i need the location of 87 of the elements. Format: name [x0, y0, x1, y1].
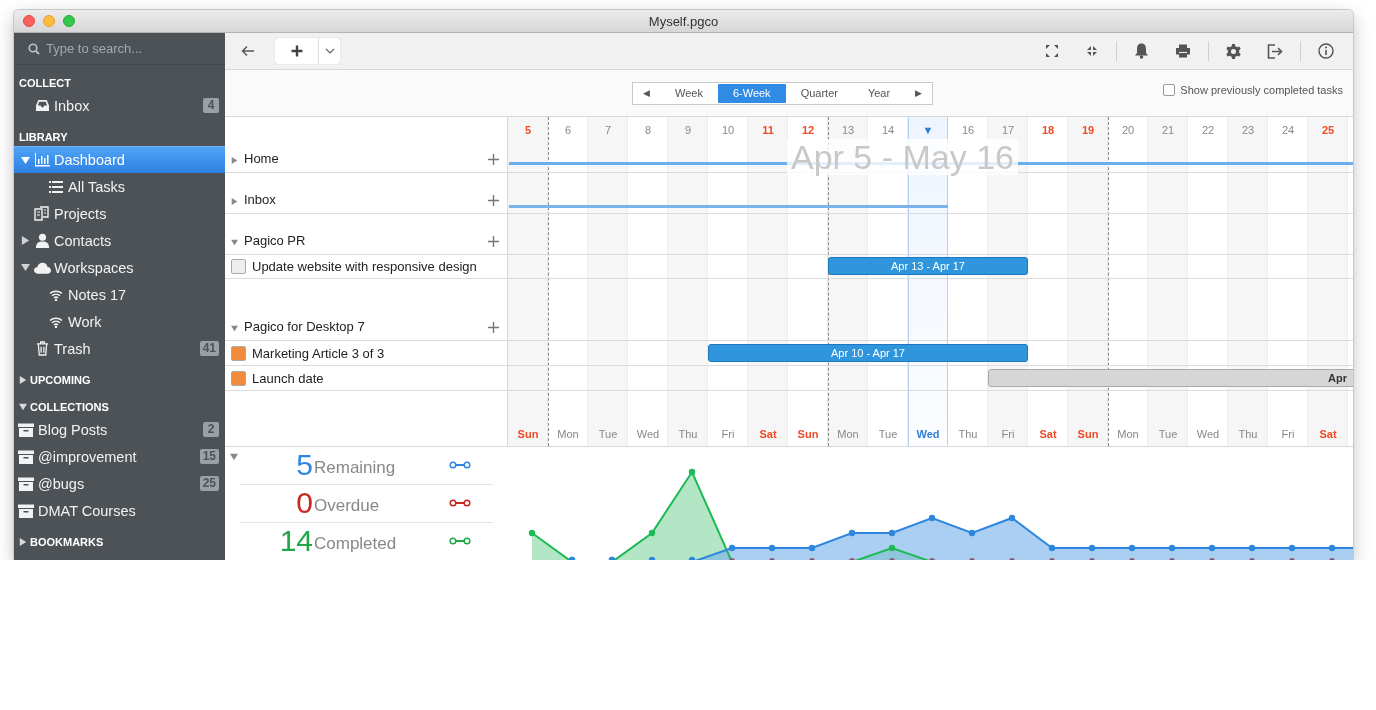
previous-button[interactable]: ◀	[633, 83, 660, 103]
day-number: 16	[960, 123, 976, 138]
weekday-label: Thu	[677, 427, 699, 442]
weekday-label: Tue	[1157, 427, 1179, 442]
day-number: 6	[563, 123, 573, 138]
weekday-label: Sat	[1318, 427, 1338, 442]
day-number: 24	[1280, 123, 1296, 138]
weekday-label: Fri	[720, 427, 736, 442]
task-name: Launch date	[252, 370, 324, 386]
project-name[interactable]: Inbox	[244, 192, 482, 207]
weekday-label: Sat	[758, 427, 778, 442]
section-header: LIBRARY	[19, 130, 68, 143]
view-tab[interactable]: Year	[852, 83, 906, 103]
count-badge: 4	[203, 98, 219, 113]
day-number: 25	[1320, 123, 1336, 138]
today-marker: ▼	[921, 123, 935, 138]
day-number: 23	[1240, 123, 1256, 138]
sidebar-item[interactable]: Blog Posts 2	[14, 416, 225, 443]
day-number: 10	[720, 123, 736, 138]
day-number: 12	[800, 123, 816, 138]
sidebar-item[interactable]: All Tasks	[14, 173, 225, 200]
day-number: 9	[683, 123, 693, 138]
day-number: 21	[1160, 123, 1176, 138]
sidebar-item[interactable]: Notes 17	[14, 281, 225, 308]
sidebar-item[interactable]: Projects	[14, 200, 225, 227]
section-header[interactable]: COLLECTIONS	[30, 400, 109, 413]
project-name[interactable]: Home	[244, 151, 482, 166]
stat-value: 5	[295, 451, 313, 478]
task-name: Marketing Article 3 of 3	[252, 345, 385, 361]
task-bar[interactable]: Apr	[988, 369, 1353, 387]
stat-label: Completed	[314, 535, 398, 553]
sidebar-item[interactable]: Inbox 4	[14, 92, 225, 119]
sidebar-item[interactable]: @bugs 25	[14, 470, 225, 497]
task-name: Update website with responsive design	[252, 259, 477, 274]
weekday-label: Wed	[635, 427, 661, 442]
sidebar-item[interactable]: DMAT Courses	[14, 497, 225, 524]
count-badge: 25	[199, 476, 219, 491]
weekday-label: Thu	[957, 427, 979, 442]
project-name[interactable]: Pagico for Desktop 7	[244, 319, 482, 334]
day-number: 5	[523, 123, 533, 138]
weekday-label: Mon	[556, 427, 580, 442]
sidebar-item[interactable]: Work	[14, 308, 225, 335]
count-badge: 2	[203, 422, 219, 437]
view-tab[interactable]: Quarter	[785, 83, 853, 103]
weekday-label: Tue	[597, 427, 619, 442]
day-number: 18	[1040, 123, 1056, 138]
view-tab[interactable]: 6-Week	[717, 83, 786, 103]
weekday-label: Mon	[836, 427, 860, 442]
weekday-label: Wed	[1195, 427, 1221, 442]
count-badge: 41	[199, 341, 219, 356]
section-header[interactable]: BOOKMARKS	[30, 535, 104, 548]
view-tab[interactable]: Week	[660, 83, 718, 103]
day-number: 13	[840, 123, 856, 138]
day-number: 19	[1080, 123, 1096, 138]
weekday-label: Mon	[1116, 427, 1140, 442]
project-name[interactable]: Pagico PR	[244, 233, 482, 248]
sidebar-item[interactable]: Workspaces	[14, 254, 225, 281]
weekday-label: Sat	[1038, 427, 1058, 442]
sidebar-item[interactable]: Trash 41	[14, 335, 225, 362]
day-number: 17	[1000, 123, 1016, 138]
weekday-label: Sun	[516, 427, 540, 442]
day-number: 7	[603, 123, 613, 138]
day-number: 22	[1200, 123, 1216, 138]
window-title: Myself.pgco	[648, 13, 719, 29]
weekday-label: Sun	[1076, 427, 1100, 442]
day-number: 8	[643, 123, 653, 138]
weekday-label: Fri	[1280, 427, 1296, 442]
checkbox-label: Show previously completed tasks	[1180, 84, 1343, 96]
stat-value: 0	[295, 489, 313, 516]
search-field[interactable]: Type to search...	[46, 41, 206, 56]
weekday-label: Thu	[1237, 427, 1259, 442]
day-number: 20	[1120, 123, 1136, 138]
weekday-label: Wed	[915, 427, 941, 442]
day-number: 14	[880, 123, 896, 138]
day-number: 11	[761, 123, 775, 138]
sidebar-item[interactable]: @improvement 15	[14, 443, 225, 470]
next-button[interactable]: ▶	[905, 83, 933, 103]
stat-label: Remaining	[314, 458, 397, 477]
weekday-label: Sun	[796, 427, 820, 442]
count-badge: 15	[199, 449, 219, 464]
stat-value: 14	[278, 528, 313, 554]
section-header: COLLECT	[19, 76, 71, 89]
section-header[interactable]: UPCOMING	[30, 373, 91, 386]
weekday-label: Tue	[877, 427, 899, 442]
stat-label: Overdue	[314, 496, 381, 515]
sidebar-item[interactable]: Contacts	[14, 227, 225, 254]
weekday-label: Fri	[1000, 427, 1016, 442]
